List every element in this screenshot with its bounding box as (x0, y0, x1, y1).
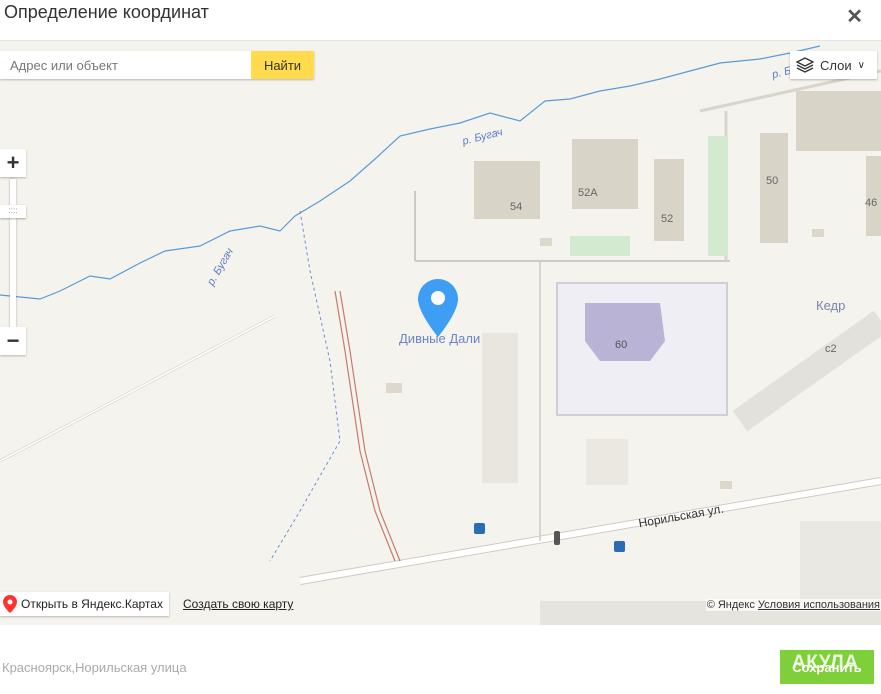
chevron-down-icon: ∨ (857, 59, 865, 71)
location-pin-icon (3, 595, 17, 613)
close-icon[interactable]: ✕ (846, 4, 863, 29)
layers-icon (796, 57, 814, 73)
building-number: 60 (615, 339, 628, 351)
copyright-text: © Яндекс (706, 599, 755, 611)
marker-label: Дивные Дали (399, 331, 481, 346)
map-marker-icon[interactable] (418, 279, 458, 337)
place-label: Кедр (816, 298, 846, 313)
building-60 (585, 303, 665, 361)
address-field: Красноярск,Норильская улица (2, 660, 187, 675)
building-number: 52А (578, 187, 598, 199)
dialog-title: Определение координат (4, 2, 209, 22)
open-yandex-maps-link[interactable]: Открыть в Яндекс.Картах (0, 592, 169, 616)
search-bar: Найти (0, 51, 314, 79)
building-number: 54 (510, 201, 523, 213)
building-number: 46 (865, 197, 878, 209)
search-input[interactable] (0, 51, 251, 79)
layers-label: Слои (820, 57, 852, 73)
building-number: с2 (825, 343, 837, 355)
layers-button[interactable]: Слои ∨ (790, 51, 877, 79)
terms-link[interactable]: Условия использования (758, 599, 880, 611)
building-number: 52 (661, 213, 674, 225)
building-number: 50 (766, 175, 779, 187)
map-view[interactable]: р. Бугач р. Бугач р. Б 54 52А 52 50 46 6… (0, 40, 881, 625)
copyright: © Яндекс Условия использования (705, 599, 881, 611)
zoom-out-button[interactable]: − (0, 327, 26, 355)
search-button[interactable]: Найти (251, 51, 314, 79)
zoom-slider-handle[interactable]: :::: (0, 205, 26, 218)
create-map-link[interactable]: Создать свою карту (183, 597, 293, 611)
open-yandex-label: Открыть в Яндекс.Картах (21, 597, 163, 611)
zoom-in-button[interactable]: + (0, 149, 26, 177)
save-button[interactable]: Сохранить (780, 650, 874, 684)
zoom-slider-track[interactable] (10, 179, 16, 327)
